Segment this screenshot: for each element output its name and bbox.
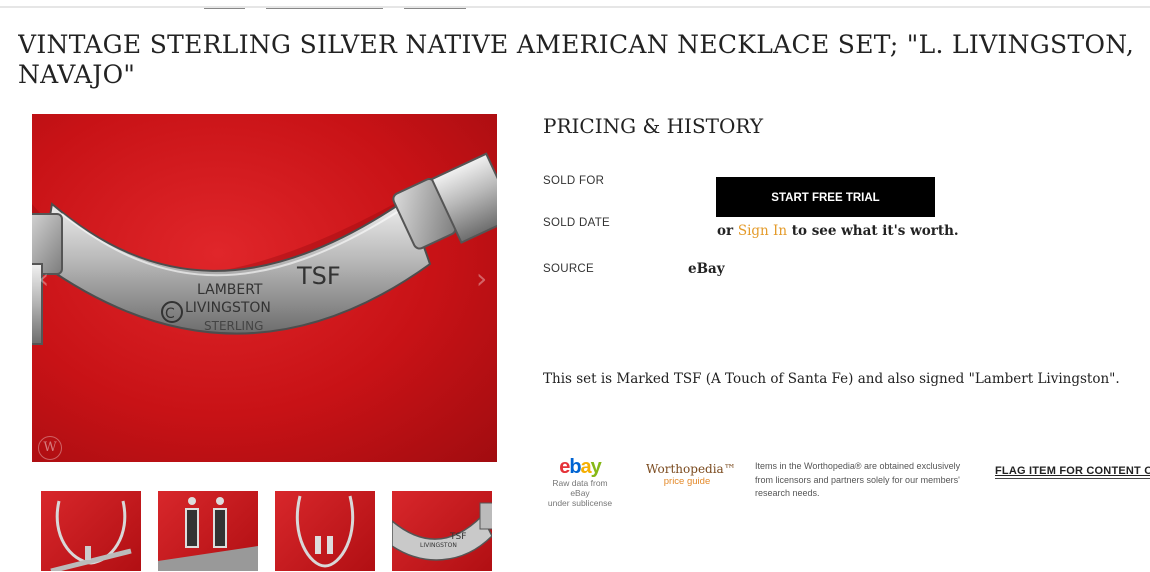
ebay-letter-y: y bbox=[590, 456, 602, 478]
sold-for-label: SOLD FOR bbox=[543, 175, 605, 187]
worthpoint-watermark-icon: W bbox=[38, 436, 62, 460]
source-label: SOURCE bbox=[543, 263, 595, 275]
worthopedia-disclaimer: Items in the Worthopedia® are obtained e… bbox=[755, 461, 961, 498]
top-nav-tab-2[interactable] bbox=[266, 8, 383, 9]
sold-date-label: SOLD DATE bbox=[543, 217, 611, 229]
thumbnail-1-necklace-icon bbox=[50, 500, 132, 571]
thumbnail-3-necklace-icon bbox=[295, 495, 355, 568]
engraving-livingston: LIVINGSTON bbox=[185, 300, 271, 316]
necklace-closeup-illustration: C LAMBERT TSF LIVINGSTON STERLING bbox=[32, 152, 497, 345]
flag-item-link[interactable]: FLAG ITEM FOR CONTENT OR bbox=[995, 465, 1150, 479]
page-title-line-2: NAVAJO" bbox=[18, 60, 136, 89]
ebay-logo: ebay Raw data from eBay under sublicense bbox=[542, 456, 618, 508]
worthopedia-wordmark: Worthopedia™ bbox=[646, 462, 736, 476]
next-image-arrow-icon[interactable]: › bbox=[476, 262, 487, 295]
top-divider bbox=[0, 6, 1150, 8]
signin-suffix: to see what it's worth. bbox=[791, 223, 959, 239]
worthopedia-price-guide: price guide bbox=[663, 476, 711, 487]
ebay-caption-line-1: Raw data from eBay bbox=[552, 478, 608, 498]
engraving-sterling: STERLING bbox=[204, 319, 263, 333]
ebay-wordmark: ebay bbox=[542, 456, 618, 478]
ebay-caption-line-2: under sublicense bbox=[547, 498, 613, 508]
thumbnail-4-closeup-icon: TSF LIVINGSTON bbox=[392, 502, 492, 561]
main-product-image[interactable]: C LAMBERT TSF LIVINGSTON STERLING bbox=[32, 114, 497, 462]
thumbnail-3[interactable] bbox=[275, 491, 375, 571]
item-description: This set is Marked TSF (A Touch of Santa… bbox=[543, 371, 1120, 387]
svg-text:C: C bbox=[165, 306, 175, 322]
prev-image-arrow-icon[interactable]: ‹ bbox=[38, 262, 49, 295]
thumbnail-2[interactable] bbox=[158, 491, 258, 571]
engraving-tsf: TSF bbox=[296, 262, 341, 290]
thumbnail-1[interactable] bbox=[41, 491, 141, 571]
signin-prompt: or Sign In to see what it's worth. bbox=[717, 223, 959, 239]
thumbnail-4[interactable]: TSF LIVINGSTON bbox=[392, 491, 492, 571]
page-title: VINTAGE STERLING SILVER NATIVE AMERICAN … bbox=[18, 30, 1150, 90]
engraving-lambert: LAMBERT bbox=[197, 282, 263, 298]
source-value: eBay bbox=[688, 261, 725, 277]
thumbnail-2-earrings-icon bbox=[158, 497, 258, 571]
sign-in-link[interactable]: Sign In bbox=[738, 223, 787, 239]
ebay-letter-e: e bbox=[559, 456, 570, 478]
pricing-history-heading: PRICING & HISTORY bbox=[543, 114, 764, 138]
start-free-trial-button[interactable]: START FREE TRIAL bbox=[716, 177, 935, 217]
svg-text:LIVINGSTON: LIVINGSTON bbox=[420, 542, 457, 549]
signin-prefix: or bbox=[717, 223, 734, 239]
ebay-letter-a: a bbox=[580, 456, 592, 478]
top-nav-tab-3[interactable] bbox=[404, 8, 466, 9]
worthopedia-logo: Worthopedia™ price guide bbox=[646, 462, 736, 487]
ebay-letter-b: b bbox=[569, 456, 581, 478]
top-nav-tab-1[interactable] bbox=[204, 8, 245, 9]
svg-text:TSF: TSF bbox=[449, 532, 466, 542]
page-title-line-1: VINTAGE STERLING SILVER NATIVE AMERICAN … bbox=[18, 30, 1135, 59]
